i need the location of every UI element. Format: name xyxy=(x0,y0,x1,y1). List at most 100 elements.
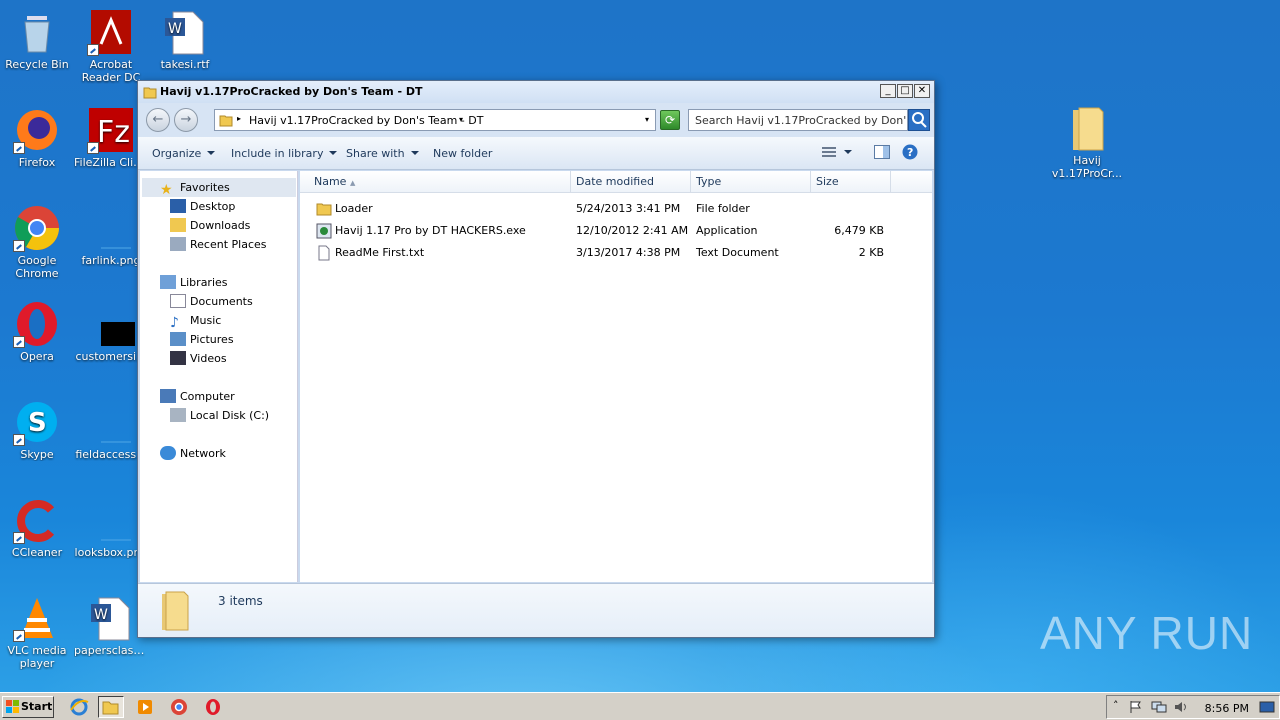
anyrun-watermark: ANY RUN xyxy=(1040,607,1254,659)
column-name[interactable]: Name ▲ xyxy=(300,171,571,193)
nav-favorites[interactable]: ★ Favorites xyxy=(160,179,230,198)
nav-local-disk[interactable]: Local Disk (C:) xyxy=(170,407,269,424)
minimize-button[interactable]: _ xyxy=(880,84,896,98)
svg-text:?: ? xyxy=(907,146,913,159)
refresh-button[interactable]: ⟳ xyxy=(660,110,680,130)
system-clock[interactable]: 8:56 PM xyxy=(1205,702,1249,715)
explorer-taskbar-button[interactable] xyxy=(98,696,124,718)
folder-icon xyxy=(162,591,189,631)
music-icon: ♪ xyxy=(170,315,179,331)
file-size: 2 KB xyxy=(858,246,884,259)
nav-pictures[interactable]: Pictures xyxy=(170,331,234,348)
command-bar: Organize Include in library Share with N… xyxy=(138,137,934,170)
acrobat-graphic xyxy=(87,8,135,56)
file-type: File folder xyxy=(696,202,750,215)
nav-desktop[interactable]: Desktop xyxy=(170,198,235,215)
nav-network[interactable]: Network xyxy=(160,445,226,462)
nav-documents[interactable]: Documents xyxy=(170,293,253,310)
nav-downloads[interactable]: Downloads xyxy=(170,217,250,234)
chrome-taskbar-icon[interactable] xyxy=(168,696,194,718)
desktop-icon-label: CCleaner xyxy=(11,546,63,559)
share-with-menu[interactable]: Share with xyxy=(346,147,419,160)
title-bar[interactable]: Havij v1.17ProCracked by Don's Team - DT… xyxy=(138,81,934,103)
view-options-icon[interactable] xyxy=(822,145,852,162)
item-count: 3 items xyxy=(218,594,263,608)
window-title: Havij v1.17ProCracked by Don's Team - DT xyxy=(160,85,423,98)
svg-text:S: S xyxy=(28,408,47,438)
file-name: Loader xyxy=(335,202,373,215)
svg-text:W: W xyxy=(168,21,182,37)
image-file-graphic xyxy=(87,204,135,252)
desktop-icon-label: papersclass... xyxy=(74,644,148,657)
breadcrumb-arrow-icon[interactable]: ▸ xyxy=(237,114,241,123)
column-type[interactable]: Type xyxy=(691,171,811,193)
nav-computer[interactable]: Computer xyxy=(160,388,235,405)
organize-menu[interactable]: Organize xyxy=(152,147,216,160)
close-button[interactable]: ✕ xyxy=(914,84,930,98)
vlc-icon[interactable]: VLC media player xyxy=(0,594,74,670)
start-button[interactable]: Start xyxy=(2,696,54,718)
nav-recent-places[interactable]: Recent Places xyxy=(170,236,267,253)
star-icon: ★ xyxy=(160,182,173,198)
network-status-icon[interactable] xyxy=(1151,700,1167,714)
back-button[interactable]: ← xyxy=(146,108,170,132)
computer-icon xyxy=(160,389,176,403)
file-row[interactable]: Havij 1.17 Pro by DT HACKERS.exe 12/10/2… xyxy=(300,220,932,242)
include-in-library-menu[interactable]: Include in library xyxy=(231,147,338,160)
firefox-icon[interactable]: Firefox xyxy=(0,106,74,169)
maximize-button[interactable]: □ xyxy=(897,84,913,98)
ccleaner-icon[interactable]: CCleaner xyxy=(0,496,74,559)
recent-places-icon xyxy=(170,237,186,251)
havij-folder-icon[interactable]: Havij v1.17ProCr... xyxy=(1050,104,1124,180)
recycle-bin-icon[interactable]: Recycle Bin xyxy=(0,8,74,71)
chevron-down-icon xyxy=(329,151,338,155)
filezilla-graphic: Fz xyxy=(87,106,135,154)
desktop-icon-label: VLC media player xyxy=(7,644,67,670)
desktop-icon-label: Skype xyxy=(20,448,54,461)
nav-music[interactable]: ♪ Music xyxy=(170,312,221,331)
forward-button[interactable]: → xyxy=(174,108,198,132)
network-icon xyxy=(160,446,176,460)
skype-icon[interactable]: S Skype xyxy=(0,398,74,461)
internet-explorer-icon[interactable] xyxy=(68,696,94,718)
column-size[interactable]: Size xyxy=(811,171,891,193)
opera-icon[interactable]: Opera xyxy=(0,300,74,363)
explorer-window: Havij v1.17ProCracked by Don's Team - DT… xyxy=(137,80,935,638)
show-desktop-icon[interactable] xyxy=(1259,700,1275,714)
show-hidden-icons-button[interactable]: ˄ xyxy=(1113,699,1119,712)
preview-pane-icon[interactable] xyxy=(874,145,890,162)
firefox-graphic xyxy=(13,106,61,154)
action-center-flag-icon[interactable] xyxy=(1129,700,1143,714)
folder-icon xyxy=(219,115,233,127)
column-date-modified[interactable]: Date modified xyxy=(571,171,691,193)
address-bar[interactable]: ▸ Havij v1.17ProCracked by Don's Team - … xyxy=(214,109,656,131)
search-button[interactable] xyxy=(908,109,930,131)
takesi-rtf-icon[interactable]: W takesi.rtf xyxy=(148,8,222,71)
desktop-icon-label: Firefox xyxy=(18,156,56,169)
address-history-dropdown-icon[interactable]: ▾ xyxy=(645,115,649,124)
nav-libraries[interactable]: Libraries xyxy=(160,274,228,291)
file-size: 6,479 KB xyxy=(834,224,884,237)
file-row[interactable]: ReadMe First.txt 3/13/2017 4:38 PM Text … xyxy=(300,242,932,264)
file-date: 5/24/2013 3:41 PM xyxy=(576,202,681,215)
acrobat-icon[interactable]: Acrobat Reader DC xyxy=(74,8,148,84)
new-folder-button[interactable]: New folder xyxy=(433,147,492,160)
file-row[interactable]: Loader 5/24/2013 3:41 PM File folder xyxy=(300,198,932,220)
search-input[interactable]: Search Havij v1.17ProCracked by Don'... xyxy=(688,109,908,131)
svg-text:W: W xyxy=(94,607,108,623)
recycle-bin-graphic xyxy=(13,8,61,56)
file-type: Text Document xyxy=(696,246,779,259)
media-player-icon[interactable] xyxy=(134,696,160,718)
chrome-icon[interactable]: Google Chrome xyxy=(0,204,74,280)
desktop-icon-label: takesi.rtf xyxy=(160,58,210,71)
opera-graphic xyxy=(13,300,61,348)
address-path[interactable]: Havij v1.17ProCracked by Don's Team - DT xyxy=(249,114,483,127)
chevron-down-icon xyxy=(207,151,216,155)
help-icon[interactable]: ? xyxy=(902,144,918,163)
nav-videos[interactable]: Videos xyxy=(170,350,227,367)
opera-taskbar-icon[interactable] xyxy=(202,696,228,718)
desktop-icon-label: Recycle Bin xyxy=(5,58,69,71)
volume-icon[interactable] xyxy=(1173,700,1189,714)
svg-text:Fz: Fz xyxy=(97,115,130,150)
breadcrumb-dropdown-icon[interactable]: ▾ xyxy=(459,115,463,124)
